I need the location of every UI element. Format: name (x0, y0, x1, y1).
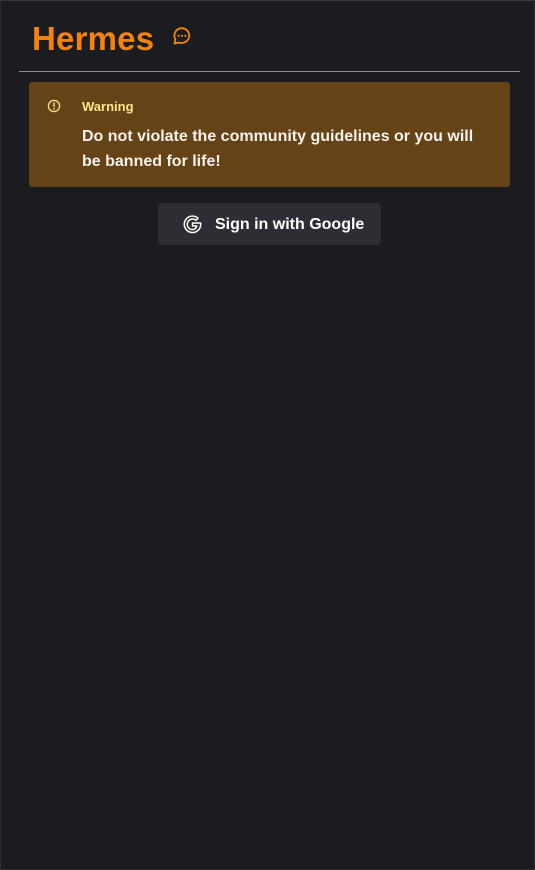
sign-in-google-label: Sign in with Google (215, 216, 365, 233)
alert-circle-icon (47, 99, 61, 113)
sign-in-google-button[interactable]: Sign in with Google (158, 203, 381, 245)
alert-title: Warning (82, 99, 134, 114)
warning-alert: Warning Do not violate the community gui… (29, 82, 510, 187)
google-icon (182, 214, 203, 235)
chat-bubble-icon (172, 26, 192, 46)
header-divider (19, 71, 520, 72)
app-title: Hermes (32, 20, 155, 57)
header: Hermes (32, 19, 192, 59)
app-window: Hermes Warning Do not violate the commun… (0, 0, 535, 870)
alert-message: Do not violate the community guidelines … (82, 128, 474, 170)
